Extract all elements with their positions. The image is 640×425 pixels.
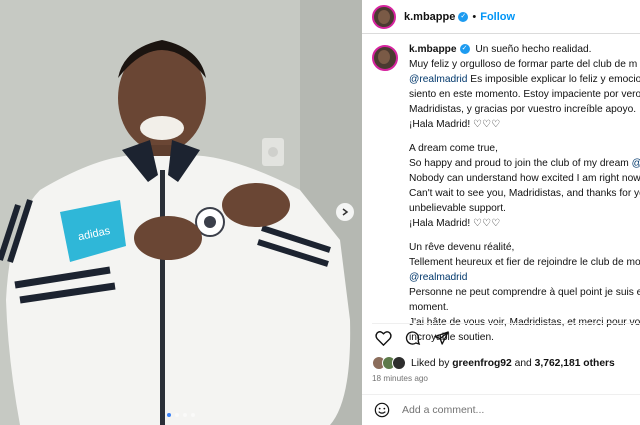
chevron-right-icon [342, 208, 349, 216]
photo-illustration: adidas [0, 0, 362, 425]
caption-segment: Un sueño hecho realidad. [475, 44, 592, 55]
likes-summary: Liked by greenfrog92 and 3,762,181 other… [372, 356, 640, 370]
caption-avatar[interactable] [372, 45, 398, 71]
caption-segment: siento en este momento. Estoy impaciente… [409, 89, 640, 100]
post-actions: Liked by greenfrog92 and 3,762,181 other… [372, 323, 640, 383]
caption-line: Personne ne peut comprendre à quel point… [409, 285, 640, 300]
caption-line: So happy and proud to join the club of m… [409, 156, 640, 171]
caption-segment: ¡Hala Madrid! ♡♡♡ [409, 119, 501, 130]
caption-segment: Un rêve devenu réalité, [409, 242, 515, 253]
caption-line: unbelievable support. [409, 201, 640, 216]
post-timestamp[interactable]: 18 minutes ago [372, 374, 640, 383]
follow-button[interactable]: Follow [480, 11, 515, 23]
caption-line: ¡Hala Madrid! ♡♡♡ [409, 216, 640, 231]
caption-segment: Personne ne peut comprendre à quel point… [409, 287, 640, 298]
caption-paragraph: A dream come true, So happy and proud to … [409, 141, 640, 231]
caption: k.mbappe ✓ Un sueño hecho realidad. Muy fe… [372, 42, 640, 354]
caption-line: ¡Hala Madrid! ♡♡♡ [409, 117, 640, 132]
mention-link[interactable]: @ [632, 158, 640, 169]
caption-line: Muy feliz y orgulloso de formar parte de… [409, 57, 640, 72]
caption-segment: Can't wait to see you, Madridistas, and … [409, 188, 640, 199]
caption-line: Un rêve devenu réalité, [409, 240, 640, 255]
liker-avatars [372, 356, 406, 370]
caption-line: A dream come true, [409, 141, 640, 156]
avatar[interactable] [372, 4, 396, 29]
caption-segment: So happy and proud to join the club of m… [409, 158, 632, 169]
share-icon[interactable] [433, 330, 450, 346]
caption-username[interactable]: k.mbappe [409, 44, 457, 55]
carousel-dot[interactable] [191, 413, 195, 417]
caption-line: Tellement heureux et fier de rejoindre l… [409, 255, 640, 270]
liked-prefix: Liked by [411, 357, 453, 369]
post-header: k.mbappe ✓ • Follow [362, 0, 640, 34]
liker-avatar[interactable] [392, 356, 406, 370]
caption-segment: Nobody can understand how excited I am r… [409, 173, 640, 184]
caption-line: @realmadrid [409, 270, 640, 285]
comment-bar: Add a comment... [362, 394, 640, 425]
separator: • [472, 10, 477, 23]
post-photo[interactable]: adidas [0, 0, 362, 425]
heart-icon[interactable] [375, 330, 392, 346]
liked-and: and [511, 357, 535, 369]
next-slide-button[interactable] [336, 203, 354, 221]
verified-badge-icon: ✓ [459, 44, 470, 55]
caption-segment: Es imposible explicar lo feliz y emocio [467, 74, 640, 85]
caption-segment: A dream come true, [409, 143, 498, 154]
mention-link[interactable]: @realmadrid [409, 74, 467, 85]
caption-segment: ¡Hala Madrid! ♡♡♡ [409, 218, 501, 229]
caption-segment: moment. [409, 302, 449, 313]
likes-count[interactable]: 3,762,181 others [535, 358, 615, 369]
comment-icon[interactable] [404, 330, 421, 346]
liked-user[interactable]: greenfrog92 [452, 358, 512, 369]
emoji-icon[interactable] [374, 402, 390, 418]
caption-line: @realmadrid Es imposible explicar lo fel… [409, 72, 640, 87]
header-username[interactable]: k.mbappe [404, 11, 455, 23]
carousel-indicator [0, 413, 362, 417]
carousel-dot[interactable] [183, 413, 187, 417]
mention-link[interactable]: @realmadrid [409, 272, 467, 283]
caption-segment: unbelievable support. [409, 203, 506, 214]
action-icons [372, 328, 640, 348]
comment-input[interactable]: Add a comment... [402, 404, 484, 416]
caption-segment: Madridistas, y gracias por vuestro incre… [409, 104, 637, 115]
caption-line: Madridistas, y gracias por vuestro incre… [409, 102, 640, 117]
carousel-dot[interactable] [175, 413, 179, 417]
caption-paragraph: Muy feliz y orgulloso de formar parte de… [409, 57, 640, 132]
caption-line: Nobody can understand how excited I am r… [409, 171, 640, 186]
caption-segment: Tellement heureux et fier de rejoindre l… [409, 257, 640, 268]
caption-line: Can't wait to see you, Madridistas, and … [409, 186, 640, 201]
caption-line: moment. [409, 300, 640, 315]
verified-badge-icon: ✓ [458, 11, 469, 22]
post-side-panel: k.mbappe ✓ • Follow k.mbappe ✓ Un sueño h… [362, 0, 640, 425]
caption-segment: Muy feliz y orgulloso de formar parte de… [409, 59, 638, 70]
carousel-dot[interactable] [167, 413, 171, 417]
caption-text: k.mbappe ✓ Un sueño hecho realidad. Muy fe… [409, 42, 640, 345]
caption-line: siento en este momento. Estoy impaciente… [409, 87, 640, 102]
